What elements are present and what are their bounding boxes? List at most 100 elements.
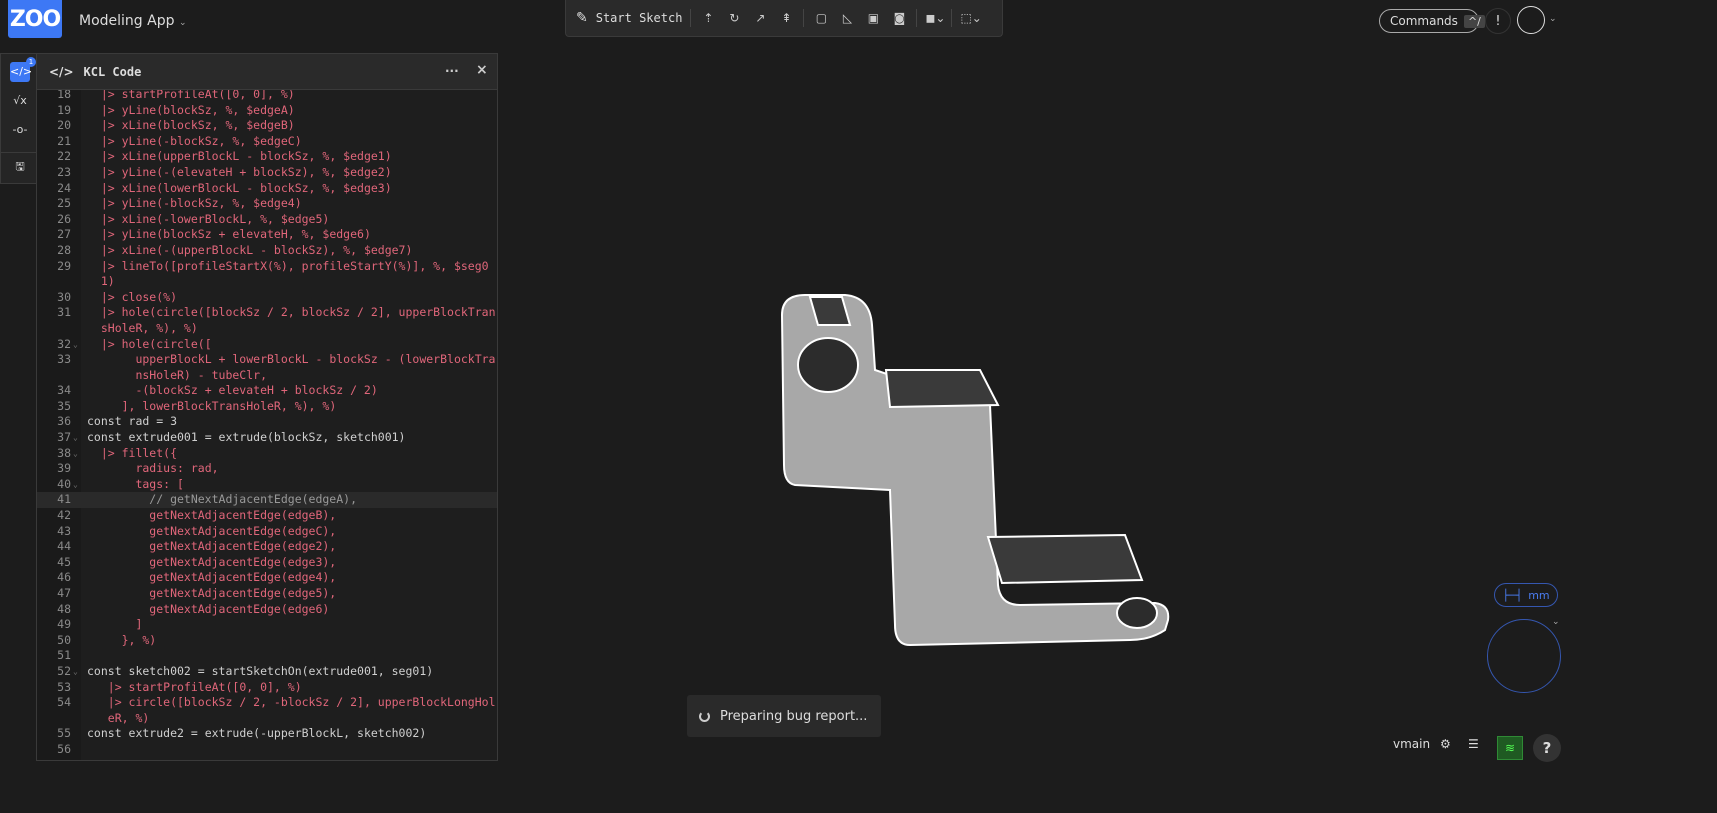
code-line[interactable]: 49] <box>37 617 497 633</box>
fold-chevron-icon[interactable]: ⌄ <box>71 477 87 493</box>
code-line[interactable]: 26 |> xLine(-lowerBlockL, %, $edge5) <box>37 212 497 228</box>
code-line[interactable]: 20 |> xLine(blockSz, %, $edgeB) <box>37 118 497 134</box>
fold-chevron-icon[interactable]: ⌄ <box>71 430 87 446</box>
code-line[interactable]: 52 ⌄ const sketch002 = startSketchOn(extru… <box>37 664 497 680</box>
app-menu[interactable]: Modeling App ⌄ <box>79 13 186 29</box>
code-line[interactable]: 50}, %) <box>37 633 497 649</box>
variables-pane-button[interactable]: √x <box>10 91 30 111</box>
code-line[interactable]: 38 ⌄ |> fillet({ <box>37 446 497 462</box>
code-line[interactable]: 40 ⌄ tags: [ <box>37 477 497 493</box>
fold-gutter <box>71 383 87 399</box>
commands-label: Commands <box>1390 14 1458 28</box>
code-line[interactable]: 47 getNextAdjacentEdge(edge5), <box>37 586 497 602</box>
line-number: 31 <box>57 305 71 320</box>
code-text: const sketch002 = startSketchOn(extrude0… <box>87 663 434 678</box>
help-button[interactable]: ? <box>1533 734 1561 762</box>
code-line[interactable]: 37 ⌄ const extrude001 = extrude(blockSz, s… <box>37 430 497 446</box>
gear-icon[interactable]: ⚙ <box>1440 737 1451 751</box>
code-line[interactable]: 31 |> hole(circle([blockSz / 2, blockSz /… <box>37 305 497 336</box>
zoo-logo[interactable]: ZOO <box>8 0 62 38</box>
code-text: |> startProfileAt([0, 0], %) <box>100 90 295 101</box>
code-line[interactable]: 18 |> startProfileAt([0, 0], %) <box>37 90 497 103</box>
chevron-down-icon[interactable]: ⌄ <box>1552 617 1560 627</box>
code-line[interactable]: 27 |> yLine(blockSz + elevateH, %, $edge6… <box>37 227 497 243</box>
chevron-down-icon[interactable]: ⌄ <box>1549 14 1557 24</box>
code-line[interactable]: 33 upperBlockL + lowerBlockL - blockSz - … <box>37 352 497 383</box>
code-line[interactable]: 44 getNextAdjacentEdge(edge2), <box>37 539 497 555</box>
code-line[interactable]: 36 const rad = 3 <box>37 414 497 430</box>
units-button[interactable]: ├─┤ mm <box>1494 583 1558 607</box>
boolean-icon[interactable]: ◼⌄ <box>925 11 945 25</box>
fold-gutter <box>71 461 87 477</box>
code-line[interactable]: 42 getNextAdjacentEdge(edgeB), <box>37 508 497 524</box>
code-line[interactable]: 46 getNextAdjacentEdge(edge4), <box>37 570 497 586</box>
fold-gutter <box>71 305 87 336</box>
code-text: |> circle([blockSz / 2, -blockSz / 2], u… <box>107 695 496 725</box>
loft-icon[interactable]: ⇞ <box>777 11 795 25</box>
line-number: 43 <box>57 523 71 538</box>
fillet-icon[interactable]: ▢ <box>812 11 830 25</box>
logs-pane-button[interactable]: -o- <box>10 120 30 140</box>
fold-chevron-icon[interactable]: ⌄ <box>71 446 87 462</box>
code-line[interactable]: 53 |> startProfileAt([0, 0], %) <box>37 680 497 696</box>
code-line[interactable]: 19 |> yLine(blockSz, %, $edgeA) <box>37 103 497 119</box>
commands-button[interactable]: Commands ^/ <box>1379 9 1485 33</box>
helix-icon[interactable]: ◙ <box>890 11 908 25</box>
line-number: 52 <box>57 663 71 678</box>
side-rail: </> √x -o- 🖫 <box>0 53 36 184</box>
code-line[interactable]: 25 |> yLine(-blockSz, %, $edge4) <box>37 196 497 212</box>
code-line[interactable]: 54 |> circle([blockSz / 2, -blockSz / 2],… <box>37 695 497 726</box>
code-line[interactable]: 29 |> lineTo([profileStartX(%), profileSt… <box>37 259 497 290</box>
code-text: getNextAdjacentEdge(edge2), <box>149 539 337 554</box>
code-editor[interactable]: 18 |> startProfileAt([0, 0], %) 19 |> yLine… <box>37 90 497 760</box>
more-menu-button[interactable]: ··· <box>445 64 459 78</box>
line-number: 24 <box>57 180 71 195</box>
code-line[interactable]: 51 <box>37 648 497 664</box>
code-line[interactable]: 23 |> yLine(-(elevateH + blockSz), %, $ed… <box>37 165 497 181</box>
code-line[interactable]: 30 |> close(%) <box>37 290 497 306</box>
units-label: mm <box>1528 588 1550 602</box>
fold-gutter <box>71 524 87 540</box>
code-line[interactable]: 21 |> yLine(-blockSz, %, $edgeC) <box>37 134 497 150</box>
notification-badge: 1 <box>26 57 36 67</box>
code-line[interactable]: 32 ⌄ |> hole(circle([ <box>37 337 497 353</box>
code-line[interactable]: 45 getNextAdjacentEdge(edge3), <box>37 555 497 571</box>
code-lines[interactable]: 18 |> startProfileAt([0, 0], %) 19 |> yLine… <box>37 90 497 758</box>
start-sketch-button[interactable]: Start Sketch <box>596 11 683 25</box>
line-number: 34 <box>57 383 71 398</box>
revolve-icon[interactable]: ↻ <box>725 11 743 25</box>
fold-chevron-icon[interactable]: ⌄ <box>71 664 87 680</box>
fold-gutter <box>71 508 87 524</box>
fold-gutter <box>71 149 87 165</box>
line-number: 50 <box>57 632 71 647</box>
code-line[interactable]: 43 getNextAdjacentEdge(edgeC), <box>37 524 497 540</box>
3d-model-viewport[interactable] <box>770 285 1190 655</box>
sweep-icon[interactable]: ↗ <box>751 11 769 25</box>
user-avatar[interactable] <box>1517 6 1545 34</box>
code-line[interactable]: 22 |> xLine(upperBlockL - blockSz, %, $ed… <box>37 149 497 165</box>
alert-button[interactable]: ! <box>1485 8 1511 34</box>
extrude-icon[interactable]: ⇡ <box>699 11 717 25</box>
view-gizmo[interactable] <box>1487 619 1561 693</box>
code-line[interactable]: 35], lowerBlockTransHoleR, %), %) <box>37 399 497 415</box>
code-line[interactable]: 48 getNextAdjacentEdge(edge6) <box>37 602 497 618</box>
code-line[interactable]: 34 -(blockSz + elevateH + blockSz / 2) <box>37 383 497 399</box>
code-line[interactable]: 24 |> xLine(lowerBlockL - blockSz, %, $ed… <box>37 181 497 197</box>
version-label[interactable]: vmain <box>1393 737 1430 751</box>
code-text: |> yLine(blockSz, %, $edgeA) <box>100 102 295 117</box>
network-status-icon[interactable]: ≋ <box>1497 736 1523 760</box>
export-pane-button[interactable]: 🖫 <box>10 157 30 177</box>
close-panel-button[interactable]: × <box>476 62 488 78</box>
sliders-icon[interactable]: ☰ <box>1468 737 1479 751</box>
code-line[interactable]: 55 const extrude2 = extrude(-upperBlockL,… <box>37 726 497 742</box>
fold-chevron-icon[interactable]: ⌄ <box>71 337 87 353</box>
offset-plane-icon[interactable]: ▣ <box>864 11 882 25</box>
code-line[interactable]: 39 radius: rad, <box>37 461 497 477</box>
code-line[interactable]: 28 |> xLine(-(upperBlockL - blockSz), %, … <box>37 243 497 259</box>
code-line[interactable]: 41 // getNextAdjacentEdge(edgeA), <box>37 492 497 509</box>
selection-icon[interactable]: ⬚⌄ <box>960 11 981 25</box>
code-line[interactable]: 56 <box>37 742 497 758</box>
chamfer-icon[interactable]: ◺ <box>838 11 856 25</box>
